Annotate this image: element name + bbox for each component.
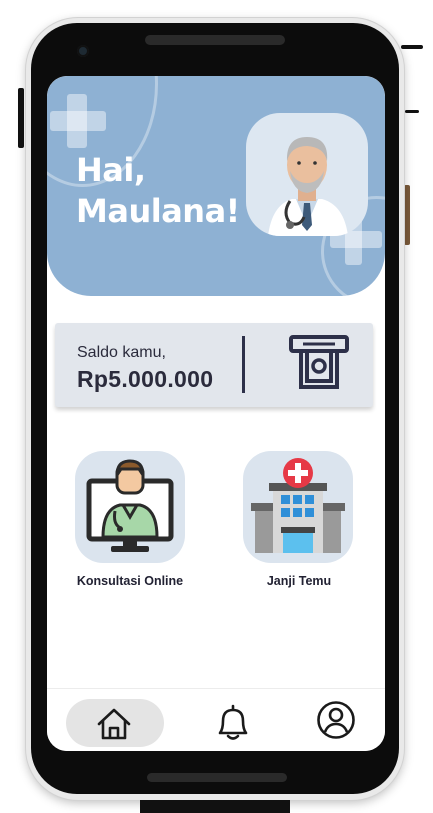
bottom-navigation xyxy=(47,688,385,751)
decor-cross-left-h xyxy=(50,111,106,131)
phone-stand xyxy=(140,800,290,813)
atm-cash-icon[interactable] xyxy=(289,335,349,391)
home-icon xyxy=(97,708,131,740)
balance-amount: Rp5.000.000 xyxy=(77,366,214,392)
menu-appointment-label[interactable]: Janji Temu xyxy=(229,574,369,588)
doctor-monitor-icon xyxy=(86,459,174,552)
greeting-heading: Hai, Maulana! xyxy=(76,150,240,232)
bottom-speaker xyxy=(147,773,287,782)
menu-appointment[interactable] xyxy=(243,451,353,563)
hospital-building-icon xyxy=(251,458,345,553)
menu-online-consultation[interactable] xyxy=(75,451,185,563)
user-name: Maulana! xyxy=(76,192,240,230)
balance-divider xyxy=(242,336,245,393)
side-marker xyxy=(405,110,419,113)
balance-card[interactable]: Saldo kamu, Rp5.000.000 xyxy=(55,323,373,407)
earpiece-speaker xyxy=(145,35,285,45)
menu-online-consultation-label[interactable]: Konsultasi Online xyxy=(50,574,210,588)
front-camera xyxy=(77,45,89,57)
app-screen: Hai, Maulana! Saldo kamu, Rp5.000.000 Ko… xyxy=(47,76,385,751)
hero-header: Hai, Maulana! xyxy=(47,76,385,296)
nav-home-tab[interactable] xyxy=(66,699,164,747)
side-key-right xyxy=(404,185,410,245)
greeting-text: Hai, xyxy=(76,151,146,189)
doctor-avatar[interactable] xyxy=(246,113,368,236)
profile-icon[interactable] xyxy=(316,700,356,740)
balance-label: Saldo kamu, xyxy=(77,344,166,361)
bell-icon[interactable] xyxy=(212,703,254,743)
volume-button xyxy=(18,88,24,148)
doctor-portrait-icon xyxy=(268,137,348,236)
power-button xyxy=(401,45,423,49)
